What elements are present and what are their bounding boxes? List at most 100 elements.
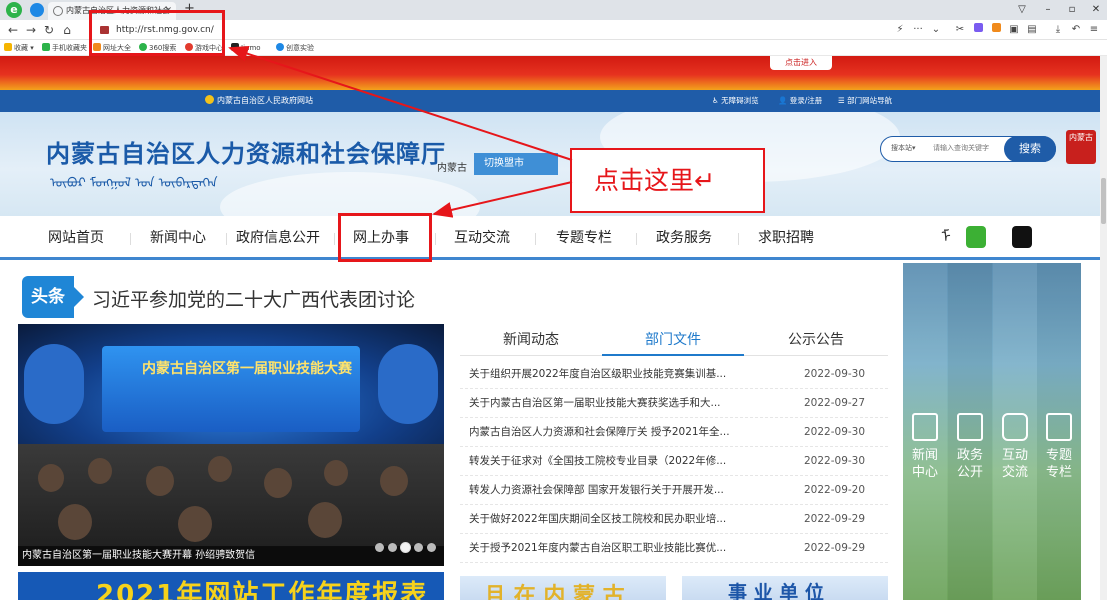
scrollbar-thumb[interactable] [1101,178,1106,224]
side-item-topics[interactable]: 专题 专栏 [1037,409,1081,481]
switch-city-button[interactable]: 切换盟市 [474,153,558,175]
top-red-banner: 点击进入 [0,56,1100,90]
nav-divider [334,233,335,245]
nav-topics[interactable]: 专题专栏 [556,216,612,260]
nav-news-center[interactable]: 新闻中心 [150,216,206,260]
side-item-gov-open[interactable]: 政务 公开 [948,409,992,481]
page-scrollbar[interactable] [1100,56,1107,600]
window-icon[interactable]: ▣ [1007,22,1021,38]
side-label: 公开 [956,465,983,480]
public-institution-banner[interactable]: 事 业 单 位 [682,576,888,600]
news-row[interactable]: 关于授予2021年度内蒙古自治区职工职业技能比赛优... 2022-09-29 [460,534,888,563]
lightning-icon[interactable]: ⚡ [893,22,907,38]
nav-divider [738,233,739,245]
news-row[interactable]: 关于做好2022年国庆期间全区技工院校和民办职业培... 2022-09-29 [460,505,888,534]
mongolian-language-icon[interactable]: ᠮ [936,226,956,248]
dropdown-chevron-icon[interactable]: ⌄ [929,22,943,38]
login-link[interactable]: 👤 登录/注册 [778,90,822,112]
shirt-icon[interactable]: ▽ [1010,0,1034,20]
news-title[interactable]: 关于授予2021年度内蒙古自治区职工职业技能比赛优... [469,534,726,563]
nav-jobs[interactable]: 求职招聘 [758,216,814,260]
undo-icon[interactable]: ↶ [1069,22,1083,38]
back-arrow-icon[interactable]: ← [6,20,20,40]
search-button[interactable]: 搜索 [1004,135,1056,162]
side-label: 专栏 [1045,465,1072,480]
news-row[interactable]: 转发人力资源社会保障部 国家开发银行关于开展开发... 2022-09-20 [460,476,888,505]
search-box: 搜本站▾ 请输入查询关键字 搜索 [880,135,1056,162]
close-window-button[interactable]: ✕ [1084,0,1107,20]
promo-banner[interactable]: 且 在 内 蒙 古 [460,576,666,600]
side-item-interaction[interactable]: 互动 交流 [993,409,1037,481]
news-title[interactable]: 关于组织开展2022年度自治区级职业技能竞赛集训基... [469,360,726,389]
enter-button[interactable]: 点击进入 [770,56,832,70]
news-title[interactable]: 关于内蒙古自治区第一届职业技能大赛获奖选手和大... [469,389,721,418]
carousel-dot[interactable] [427,543,436,552]
globe-icon [53,6,63,16]
tab-announcements[interactable]: 公示公告 [744,326,888,356]
home-icon[interactable]: ⌂ [60,20,74,40]
side-item-news-center[interactable]: 新闻 中心 [903,409,947,481]
site-title[interactable]: 内蒙古自治区人力资源和社会保障厅 [46,134,446,169]
carousel-dot-active[interactable] [401,543,410,552]
top-utility-bar: 内蒙古自治区人民政府网站 ♿ 无障碍浏览 👤 登录/注册 ☰ 部门网站导航 [0,90,1100,112]
news-row[interactable]: 转发关于征求对《全国技工院校专业目录（2022年修... 2022-09-30 [460,447,888,476]
carousel-caption-text[interactable]: 内蒙古自治区第一届职业技能大赛开幕 孙绍骋致贺信 [22,550,255,561]
carousel-dot[interactable] [388,543,397,552]
news-date: 2022-09-30 [804,455,866,467]
carousel-dot[interactable] [375,543,384,552]
sidebar-icon[interactable]: ▤ [1025,22,1039,38]
headline-title[interactable]: 习近平参加党的二十大广西代表团讨论 [92,285,415,312]
nav-gov-service[interactable]: 政务服务 [656,216,712,260]
tab-dept-documents[interactable]: 部门文件 [602,326,744,356]
audience-head [38,464,64,492]
bookmark-item[interactable]: 创意实验 [276,40,314,56]
bookmark-item[interactable]: Jiumo [231,40,261,56]
menu-icon[interactable]: ≡ [1087,22,1101,38]
news-row[interactable]: 关于内蒙古自治区第一届职业技能大赛获奖选手和大... 2022-09-27 [460,389,888,418]
news-title[interactable]: 关于做好2022年国庆期间全区技工院校和民办职业培... [469,505,726,534]
nav-home[interactable]: 网站首页 [48,216,104,260]
dept-nav-link[interactable]: ☰ 部门网站导航 [838,90,892,112]
more-dots-icon[interactable]: ··· [911,22,925,38]
search-input[interactable]: 请输入查询关键字 [933,137,989,160]
tab-news-updates[interactable]: 新闻动态 [460,326,602,356]
side-label: 交流 [1001,465,1028,480]
scissors-icon[interactable]: ✂ [953,22,967,38]
wechat-icon[interactable] [966,226,986,248]
news-title[interactable]: 转发关于征求对《全国技工院校专业目录（2022年修... [469,447,726,476]
audience-head [58,504,92,540]
maximize-button[interactable]: ▫ [1060,0,1084,20]
bookmark-item[interactable]: 手机收藏夹 [42,40,87,56]
forward-arrow-icon[interactable]: → [24,20,38,40]
audience-head [308,502,342,538]
panel-icon [1046,413,1072,441]
download-icon[interactable]: ⤓ [1051,22,1065,38]
douyin-icon[interactable] [1012,226,1032,248]
nav-gov-info[interactable]: 政府信息公开 [236,216,320,260]
bookmark-favorites[interactable]: 收藏 ▾ [4,40,34,56]
minimize-button[interactable]: – [1036,0,1060,20]
annual-report-banner[interactable]: 2021年网站工作年度报表 [18,572,444,600]
news-title[interactable]: 内蒙古自治区人力资源和社会保障厅关 授予2021年全... [469,418,730,447]
game-icon[interactable] [989,22,1003,38]
news-row[interactable]: 内蒙古自治区人力资源和社会保障厅关 授予2021年全... 2022-09-30 [460,418,888,447]
main-nav: 网站首页 新闻中心 政府信息公开 网上办事 互动交流 专题专栏 政务服务 求职招… [0,216,1100,260]
search-scope-select[interactable]: 搜本站▾ [891,137,916,160]
nav-interaction[interactable]: 互动交流 [454,216,510,260]
carousel-dot[interactable] [414,543,423,552]
news-carousel[interactable]: 内蒙古自治区第一届职业技能大赛 内蒙古自治区第一届职业技能大赛开幕 孙绍骋致贺信 [18,324,444,566]
public-institution-text: 事 业 单 位 [728,582,824,600]
gov-website-link[interactable]: 内蒙古自治区人民政府网站 [205,90,313,112]
browser-shortcut-icon[interactable] [30,3,44,17]
annotation-nav-highlight [338,213,432,262]
refresh-icon[interactable]: ↻ [42,20,56,40]
news-tabs: 新闻动态 部门文件 公示公告 [460,326,888,356]
region-label: 内蒙古 [437,163,467,174]
extension-icon[interactable] [971,22,985,38]
accessibility-link[interactable]: ♿ 无障碍浏览 [712,90,759,112]
news-date: 2022-09-30 [804,426,866,438]
news-row[interactable]: 关于组织开展2022年度自治区级职业技能竞赛集训基... 2022-09-30 [460,360,888,389]
news-title[interactable]: 转发人力资源社会保障部 国家开发银行关于开展开发... [469,476,724,505]
side-quick-panel: 新闻 中心 政务 公开 互动 交流 专题 专栏 [903,263,1081,600]
site-header: 内蒙古自治区人力资源和社会保障厅 ᠥᠪᠦᠷ ᠮᠣᠩᠭᠣᠯ ᠤᠨ ᠥᠪᠡᠷᠲᠡᠭᠡ… [0,112,1100,216]
